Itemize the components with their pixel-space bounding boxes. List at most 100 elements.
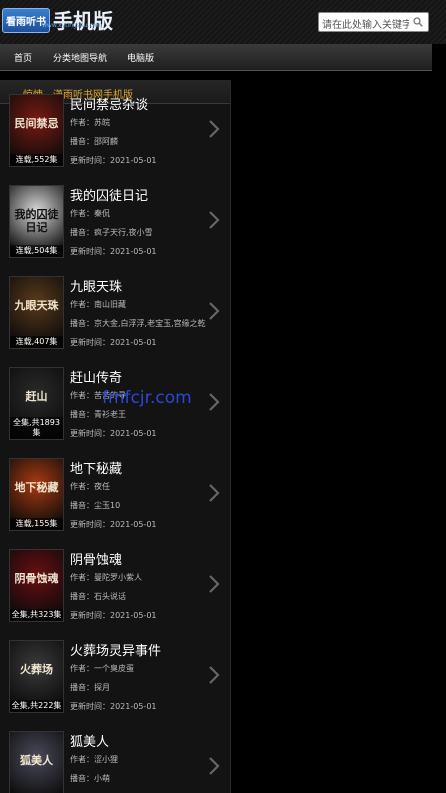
book-title[interactable]: 阴骨蚀魂 <box>70 549 122 568</box>
site-logo[interactable]: 看雨听书 手机版 <box>2 8 113 33</box>
list-item[interactable]: 狐美人 狐美人 作者：涩小狸 播音：小萌 <box>0 727 231 793</box>
cover-text: 火葬场 <box>20 663 53 676</box>
updated-label: 更新时间： <box>70 156 110 165</box>
book-updated: 更新时间：2021-05-01 <box>70 428 215 439</box>
book-author: 作者：涩小狸 <box>70 754 215 765</box>
book-cover[interactable]: 火葬场 全集,共222集 <box>9 640 64 713</box>
list-item[interactable]: 火葬场 全集,共222集 火葬场灵异事件 作者：一个臭皮蛋 播音：探月 更新时间… <box>0 636 231 727</box>
book-cover[interactable]: 民间禁忌 连载,552集 <box>9 94 64 167</box>
book-narrator: 播音：京大金,白浮浮,老宝玉,宫缘之乾 <box>70 318 215 329</box>
book-updated: 更新时间：2021-05-01 <box>70 337 215 348</box>
author-label: 作者： <box>70 209 94 218</box>
chevron-right-icon[interactable] <box>206 209 222 231</box>
book-title[interactable]: 火葬场灵异事件 <box>70 640 161 659</box>
book-updated: 更新时间：2021-05-01 <box>70 519 215 530</box>
cover-text: 赶山 <box>25 390 48 403</box>
watermark: fmfcjr.com <box>102 388 192 408</box>
book-narrator: 播音：疯子天行,夜小雪 <box>70 227 215 238</box>
list-item[interactable]: 阴骨蚀魂 全集,共323集 阴骨蚀魂 作者：曼陀罗小紫人 播音：石头说话 更新时… <box>0 545 231 636</box>
updated-label: 更新时间： <box>70 429 110 438</box>
narrator-label: 播音： <box>70 319 94 328</box>
list-item[interactable]: 地下秘藏 连载,155集 地下秘藏 作者：夜任 播音：尘玉10 更新时间：202… <box>0 454 231 545</box>
search-icon[interactable] <box>413 17 423 27</box>
narrator-value: 青衫老王 <box>94 410 126 419</box>
updated-value: 2021-05-01 <box>110 338 157 347</box>
author-value: 曼陀罗小紫人 <box>94 573 142 582</box>
author-value: 涩小狸 <box>94 755 118 764</box>
book-cover[interactable]: 赶山 全集,共1893集 <box>9 367 64 440</box>
book-title[interactable]: 狐美人 <box>70 731 109 750</box>
updated-value: 2021-05-01 <box>110 429 157 438</box>
cover-text: 阴骨蚀魂 <box>14 572 59 585</box>
book-cover[interactable]: 地下秘藏 连载,155集 <box>9 458 64 531</box>
list-item[interactable]: 九眼天珠 连载,407集 九眼天珠 作者：南山旧藏 播音：京大金,白浮浮,老宝玉… <box>0 272 231 363</box>
book-list-panel: 惊悚 - 潇雨听书网手机版 民间禁忌 连载,552集 民间禁忌杂谈 作者：苏皖 … <box>0 80 231 793</box>
list-item[interactable]: 我的囚徒日记 连载,504集 我的囚徒日记 作者：秦侃 播音：疯子天行,夜小雪 … <box>0 181 231 272</box>
book-author: 作者：秦侃 <box>70 208 215 219</box>
episode-status: 全集,共1893集 <box>10 417 63 439</box>
chevron-right-icon[interactable] <box>206 664 222 686</box>
book-cover[interactable]: 九眼天珠 连载,407集 <box>9 276 64 349</box>
updated-value: 2021-05-01 <box>110 702 157 711</box>
book-title[interactable]: 我的囚徒日记 <box>70 185 148 204</box>
author-label: 作者： <box>70 664 94 673</box>
author-label: 作者： <box>70 573 94 582</box>
list-item[interactable]: 民间禁忌 连载,552集 民间禁忌杂谈 作者：苏皖 播音：邵阿麟 更新时间：20… <box>0 90 231 181</box>
header: 看雨听书 手机版 www.xytingshu.com <box>0 0 446 44</box>
cover-text: 民间禁忌 <box>14 117 59 130</box>
book-narrator: 播音：探月 <box>70 682 215 693</box>
episode-status: 连载,155集 <box>10 518 63 530</box>
episode-status: 全集,共323集 <box>10 609 63 621</box>
book-cover[interactable]: 我的囚徒日记 连载,504集 <box>9 185 64 258</box>
chevron-right-icon[interactable] <box>206 573 222 595</box>
narrator-value: 疯子天行,夜小雪 <box>94 228 153 237</box>
nav-category-map[interactable]: 分类地图导航 <box>53 51 107 64</box>
updated-label: 更新时间： <box>70 702 110 711</box>
chevron-right-icon[interactable] <box>206 482 222 504</box>
updated-label: 更新时间： <box>70 338 110 347</box>
search-input[interactable] <box>319 16 409 35</box>
chevron-right-icon[interactable] <box>206 391 222 413</box>
cover-text: 我的囚徒日记 <box>14 208 59 234</box>
updated-label: 更新时间： <box>70 611 110 620</box>
author-label: 作者： <box>70 300 94 309</box>
updated-value: 2021-05-01 <box>110 247 157 256</box>
list-item[interactable]: 赶山 全集,共1893集 赶山传奇 作者：苦苦的寻 播音：青衫老王 更新时间：2… <box>0 363 231 454</box>
narrator-label: 播音： <box>70 228 94 237</box>
nav-home[interactable]: 首页 <box>14 51 32 64</box>
book-updated: 更新时间：2021-05-01 <box>70 701 215 712</box>
updated-label: 更新时间： <box>70 520 110 529</box>
book-narrator: 播音：尘玉10 <box>70 500 215 511</box>
cover-text: 地下秘藏 <box>14 481 59 494</box>
narrator-label: 播音： <box>70 137 94 146</box>
book-narrator: 播音：邵阿麟 <box>70 136 215 147</box>
author-label: 作者： <box>70 482 94 491</box>
book-author: 作者：曼陀罗小紫人 <box>70 572 215 583</box>
nav-desktop-version[interactable]: 电脑版 <box>127 51 154 64</box>
updated-value: 2021-05-01 <box>110 156 157 165</box>
episode-status: 全集,共222集 <box>10 700 63 712</box>
narrator-value: 石头说话 <box>94 592 126 601</box>
book-author: 作者：一个臭皮蛋 <box>70 663 215 674</box>
episode-status: 连载,407集 <box>10 336 63 348</box>
book-title[interactable]: 赶山传奇 <box>70 367 122 386</box>
narrator-label: 播音： <box>70 774 94 783</box>
book-author: 作者：苏皖 <box>70 117 215 128</box>
chevron-right-icon[interactable] <box>206 755 222 777</box>
chevron-right-icon[interactable] <box>206 300 222 322</box>
narrator-value: 京大金,白浮浮,老宝玉,宫缘之乾 <box>94 319 206 328</box>
author-value: 一个臭皮蛋 <box>94 664 134 673</box>
book-cover[interactable]: 阴骨蚀魂 全集,共323集 <box>9 549 64 622</box>
nav-bar: 首页 分类地图导航 电脑版 <box>0 44 432 71</box>
narrator-label: 播音： <box>70 501 94 510</box>
logo-badge: 看雨听书 <box>2 8 50 33</box>
narrator-label: 播音： <box>70 410 94 419</box>
author-label: 作者： <box>70 755 94 764</box>
book-title[interactable]: 地下秘藏 <box>70 458 122 477</box>
cover-text: 九眼天珠 <box>14 299 59 312</box>
search-box <box>318 12 429 35</box>
book-cover[interactable]: 狐美人 <box>9 731 64 793</box>
book-title[interactable]: 九眼天珠 <box>70 276 122 295</box>
book-title[interactable]: 民间禁忌杂谈 <box>70 94 148 113</box>
chevron-right-icon[interactable] <box>206 118 222 140</box>
